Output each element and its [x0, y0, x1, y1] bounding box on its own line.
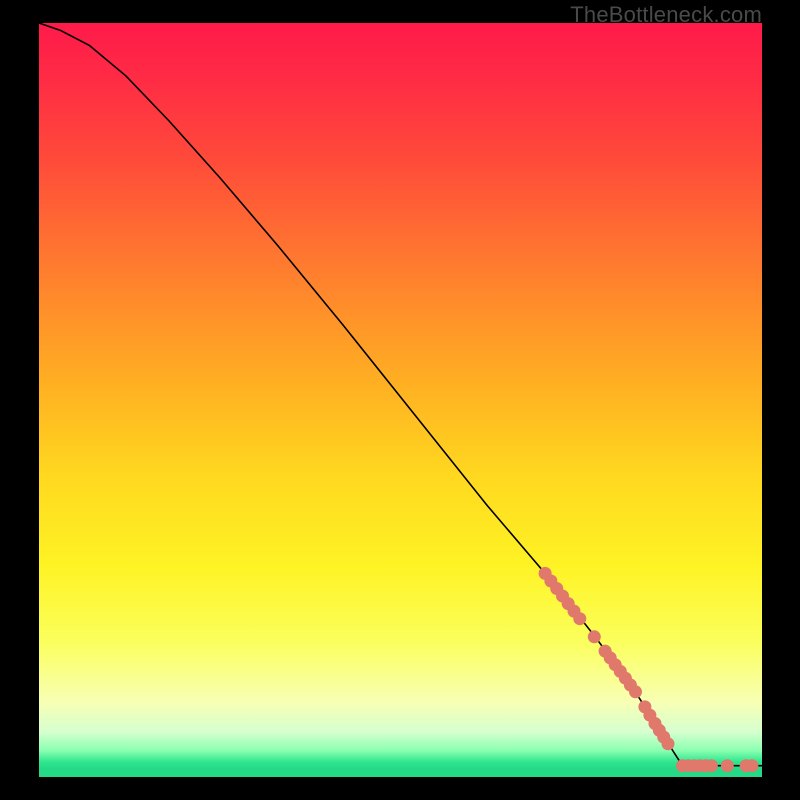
data-marker	[573, 612, 586, 625]
data-marker	[604, 651, 617, 664]
data-marker	[699, 759, 712, 772]
plot-area	[39, 23, 762, 777]
curve-svg	[39, 23, 762, 777]
data-marker	[599, 645, 612, 658]
data-marker	[657, 731, 670, 744]
data-marker	[562, 597, 575, 610]
data-marker	[662, 737, 675, 750]
data-marker	[653, 724, 666, 737]
data-marker	[682, 759, 695, 772]
data-marker	[609, 658, 622, 671]
data-marker	[721, 759, 734, 772]
marker-group	[539, 567, 759, 772]
data-marker	[614, 665, 627, 678]
curve-line	[39, 23, 762, 766]
data-marker	[588, 630, 601, 643]
data-marker	[624, 679, 637, 692]
data-marker	[676, 759, 689, 772]
data-marker	[629, 685, 642, 698]
chart-frame: TheBottleneck.com	[0, 0, 800, 800]
data-marker	[740, 759, 753, 772]
data-marker	[550, 582, 563, 595]
data-marker	[619, 672, 632, 685]
data-marker	[539, 567, 552, 580]
data-marker	[568, 605, 581, 618]
data-marker	[693, 759, 706, 772]
data-marker	[745, 759, 758, 772]
data-marker	[556, 590, 569, 603]
data-marker	[643, 709, 656, 722]
data-marker	[705, 759, 718, 772]
data-marker	[544, 575, 557, 588]
data-marker	[688, 759, 701, 772]
data-marker	[649, 717, 662, 730]
data-marker	[638, 700, 651, 713]
